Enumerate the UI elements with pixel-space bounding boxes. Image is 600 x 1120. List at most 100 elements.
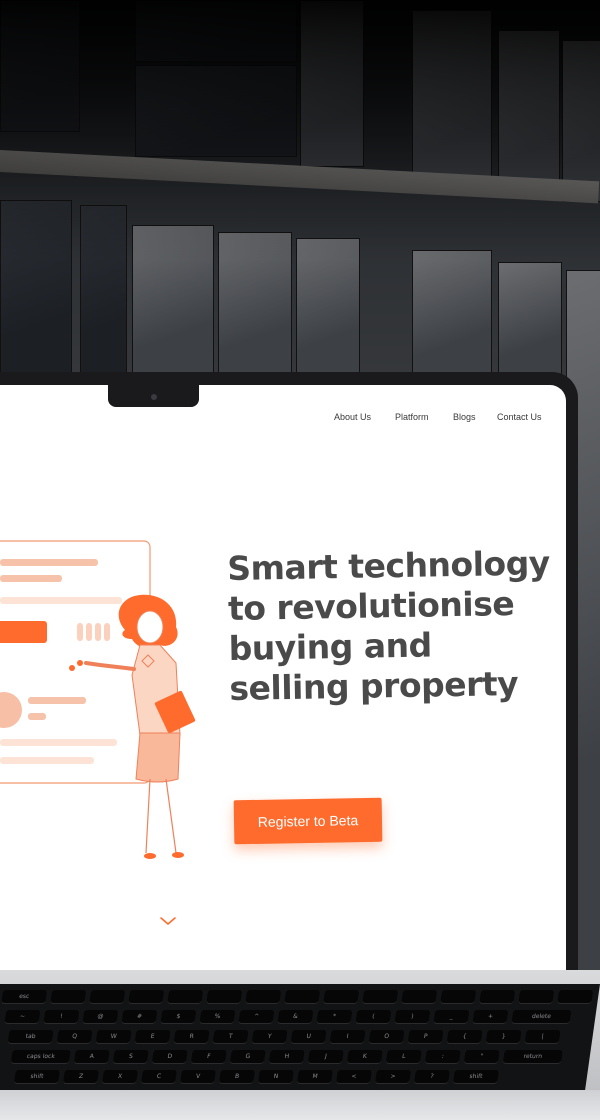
keyboard-key[interactable]: I — [329, 1030, 366, 1044]
palm-rest — [0, 1090, 600, 1120]
keyboard-key[interactable]: & — [277, 1010, 314, 1024]
keyboard-key[interactable]: P — [407, 1030, 444, 1044]
register-beta-button[interactable]: Register to Beta — [233, 797, 383, 845]
keyboard-key[interactable] — [245, 990, 282, 1004]
keyboard-key[interactable]: A — [73, 1050, 110, 1064]
keyboard-key[interactable]: caps lock — [10, 1050, 71, 1064]
keyboard-key[interactable] — [284, 990, 321, 1004]
keyboard-key[interactable]: T — [212, 1030, 249, 1044]
chevron-down-icon[interactable] — [159, 915, 177, 927]
keyboard-key[interactable]: L — [385, 1050, 422, 1064]
keyboard-key[interactable]: ! — [43, 1010, 80, 1024]
keyboard-key[interactable]: B — [218, 1070, 255, 1084]
keyboard-key[interactable]: W — [95, 1030, 132, 1044]
keyboard-key-label: ( — [371, 1013, 376, 1020]
keyboard-key[interactable]: Y — [251, 1030, 288, 1044]
nav-blogs[interactable]: Blogs — [453, 412, 476, 422]
keyboard-key[interactable]: { — [446, 1030, 483, 1044]
keyboard-key[interactable]: return — [502, 1050, 563, 1064]
keyboard-key[interactable]: K — [346, 1050, 383, 1064]
keyboard-key[interactable]: G — [229, 1050, 266, 1064]
keyboard-key-label: _ — [449, 1013, 454, 1020]
keyboard-key-label: $ — [176, 1013, 181, 1020]
keyboard-key[interactable]: F — [190, 1050, 227, 1064]
keyboard-key[interactable] — [518, 990, 555, 1004]
keyboard-key-label: | — [541, 1033, 545, 1040]
keyboard-key[interactable]: J — [307, 1050, 344, 1064]
keyboard-key-label: U — [305, 1033, 312, 1040]
nav-contact-us[interactable]: Contact Us — [497, 412, 542, 422]
keyboard-key-label: R — [189, 1033, 195, 1040]
keyboard-key-label: < — [350, 1073, 358, 1080]
keyboard-key[interactable]: ^ — [238, 1010, 275, 1024]
keyboard-key[interactable]: C — [140, 1070, 177, 1084]
keyboard-key[interactable]: shift — [452, 1070, 499, 1084]
keyboard-key-label: K — [362, 1053, 368, 1060]
keyboard-key[interactable] — [479, 990, 516, 1004]
keyboard-key-label: & — [292, 1013, 299, 1020]
keyboard-key[interactable] — [206, 990, 243, 1004]
keyboard-key[interactable]: # — [121, 1010, 158, 1024]
keyboard-key[interactable] — [323, 990, 360, 1004]
keyboard-key[interactable]: } — [485, 1030, 522, 1044]
nav-about-us[interactable]: About Us — [334, 412, 371, 422]
keyboard-key[interactable]: shift — [13, 1070, 60, 1084]
keyboard-key[interactable]: ? — [413, 1070, 450, 1084]
camera-icon — [151, 394, 157, 400]
keyboard-key-label: ? — [429, 1073, 435, 1080]
keyboard-key[interactable]: Q — [56, 1030, 93, 1044]
keyboard-key[interactable]: M — [296, 1070, 333, 1084]
keyboard-key-label: P — [423, 1033, 428, 1040]
keyboard-key[interactable] — [167, 990, 204, 1004]
keyboard-key[interactable]: H — [268, 1050, 305, 1064]
keyboard-key[interactable]: O — [368, 1030, 405, 1044]
keyboard-key-label: A — [89, 1053, 95, 1060]
keyboard-key-label: return — [523, 1053, 543, 1060]
keyboard-key[interactable]: ~ — [4, 1010, 41, 1024]
nav-platform[interactable]: Platform — [395, 412, 429, 422]
keyboard-key[interactable]: " — [463, 1050, 500, 1064]
keyboard-key-label: M — [311, 1073, 319, 1080]
keyboard-key[interactable]: % — [199, 1010, 236, 1024]
keyboard-key-label: # — [136, 1013, 143, 1020]
keyboard-key[interactable] — [401, 990, 438, 1004]
keyboard-key[interactable]: U — [290, 1030, 327, 1044]
keyboard-key[interactable]: S — [112, 1050, 149, 1064]
keyboard-key[interactable]: $ — [160, 1010, 197, 1024]
keyboard-key[interactable]: | — [524, 1030, 561, 1044]
keyboard-key[interactable]: @ — [82, 1010, 119, 1024]
keyboard-key[interactable]: E — [134, 1030, 171, 1044]
keyboard-key[interactable]: > — [374, 1070, 411, 1084]
laptop-screen: About Us Platform Blogs Contact Us Smart… — [0, 385, 566, 973]
dashboard-card — [0, 540, 151, 784]
keyboard-key[interactable]: tab — [7, 1030, 54, 1044]
keyboard-key[interactable] — [128, 990, 165, 1004]
keyboard-key[interactable]: * — [316, 1010, 353, 1024]
keyboard-key[interactable]: V — [179, 1070, 216, 1084]
keyboard-key[interactable]: _ — [433, 1010, 470, 1024]
keyboard-key[interactable]: esc — [1, 990, 48, 1004]
keyboard-key-label: B — [234, 1073, 240, 1080]
keyboard-key[interactable] — [50, 990, 87, 1004]
keyboard-key[interactable] — [362, 990, 399, 1004]
keyboard-key-label: D — [167, 1053, 173, 1060]
keyboard-key[interactable] — [557, 990, 594, 1004]
keyboard-key-label: S — [128, 1053, 134, 1060]
keyboard-key[interactable]: X — [101, 1070, 138, 1084]
keyboard-key[interactable]: : — [424, 1050, 461, 1064]
keyboard-key[interactable]: N — [257, 1070, 294, 1084]
keyboard-key-label: delete — [531, 1013, 552, 1020]
keyboard-key[interactable]: delete — [511, 1010, 572, 1024]
keyboard-key-label: E — [150, 1033, 156, 1040]
keyboard-key[interactable]: ( — [355, 1010, 392, 1024]
keyboard-key[interactable]: < — [335, 1070, 372, 1084]
keyboard-key[interactable] — [440, 990, 477, 1004]
keyboard-key[interactable]: Z — [62, 1070, 99, 1084]
keyboard-key[interactable]: ) — [394, 1010, 431, 1024]
keyboard-key[interactable]: D — [151, 1050, 188, 1064]
keyboard-key-label: shift — [469, 1073, 483, 1080]
keyboard-key[interactable] — [89, 990, 126, 1004]
keyboard-key-label: @ — [96, 1013, 104, 1020]
keyboard-key[interactable]: R — [173, 1030, 210, 1044]
keyboard-key[interactable]: + — [472, 1010, 509, 1024]
